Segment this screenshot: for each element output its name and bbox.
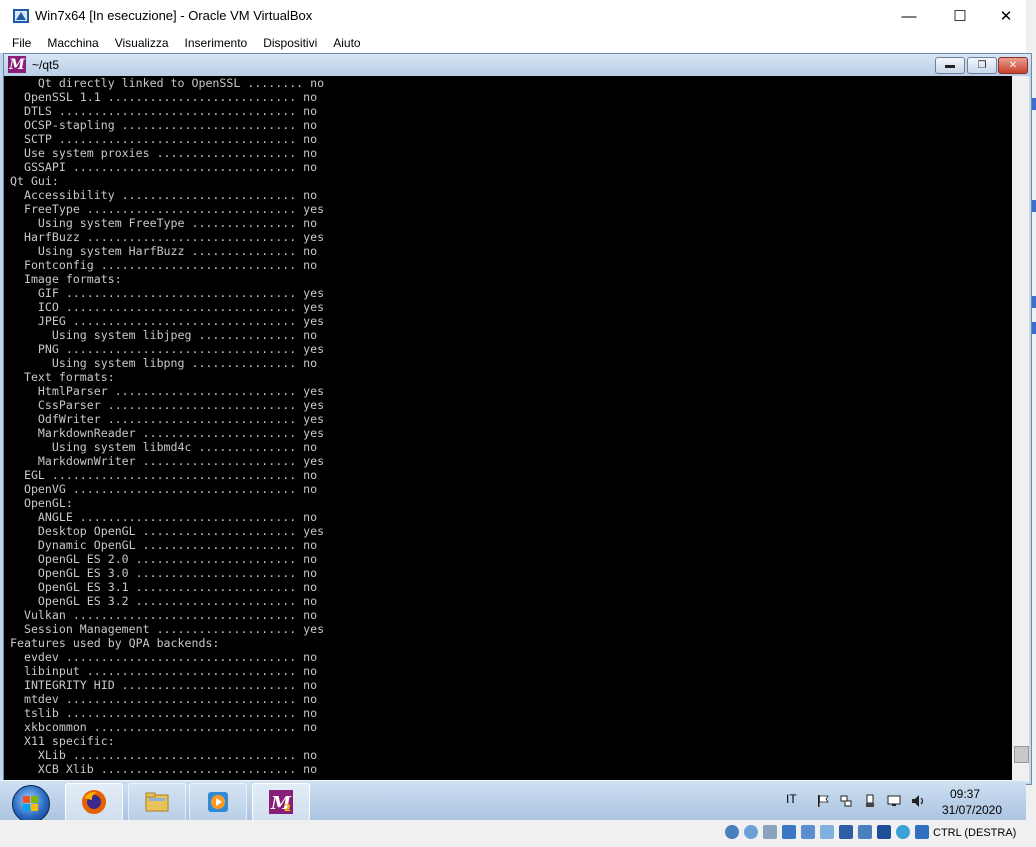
menu-devices[interactable]: Dispositivi: [263, 36, 317, 50]
maximize-icon: ☐: [953, 8, 967, 25]
close-icon: ✕: [1008, 60, 1018, 71]
virtualbox-window: Win7x64 [In esecuzione] - Oracle VM Virt…: [0, 0, 1032, 847]
keyboard-capture-icon[interactable]: [915, 825, 929, 839]
recording-icon[interactable]: [858, 825, 872, 839]
shared-folders-icon[interactable]: [820, 825, 834, 839]
guest-screen[interactable]: M ~/qt5 ▬ ❐ ✕ Qt directly linked to Open…: [0, 53, 1032, 847]
usb-icon[interactable]: [801, 825, 815, 839]
action-center-flag-icon[interactable]: [816, 794, 830, 808]
firefox-icon: [82, 790, 106, 814]
terminal-window: M ~/qt5 ▬ ❐ ✕ Qt directly linked to Open…: [3, 53, 1032, 785]
file-explorer-icon: [145, 792, 169, 812]
volume-icon[interactable]: [911, 794, 925, 808]
clock-date[interactable]: 31/07/2020: [938, 803, 1006, 817]
terminal-output[interactable]: Qt directly linked to OpenSSL ........ n…: [4, 76, 1012, 782]
terminal-close-button[interactable]: ✕: [998, 57, 1028, 74]
window-title: Win7x64 [In esecuzione] - Oracle VM Virt…: [35, 8, 313, 23]
menu-view[interactable]: Visualizza: [115, 36, 169, 50]
terminal-restore-button[interactable]: ❐: [967, 57, 997, 74]
close-button[interactable]: ✕: [983, 0, 1029, 32]
svg-text:2: 2: [284, 803, 291, 814]
optical-drive-icon[interactable]: [744, 825, 758, 839]
usb-device-icon[interactable]: [863, 794, 877, 808]
minimize-button[interactable]: —: [886, 0, 932, 32]
virtualbox-status-bar: CTRL (DESTRA): [0, 820, 1026, 847]
msys-icon: M 2: [269, 790, 293, 814]
menu-machine[interactable]: Macchina: [47, 36, 98, 50]
clock-time[interactable]: 09:37: [938, 787, 992, 801]
taskbar-file-explorer[interactable]: [128, 783, 186, 821]
menu-input[interactable]: Inserimento: [185, 36, 248, 50]
virtualization-icon[interactable]: [877, 825, 891, 839]
hard-disk-icon[interactable]: [725, 825, 739, 839]
maximize-button[interactable]: ☐: [937, 0, 983, 32]
language-indicator[interactable]: IT: [786, 792, 797, 806]
terminal-minimize-button[interactable]: ▬: [935, 57, 965, 74]
restore-icon: ❐: [977, 60, 987, 71]
terminal-title: ~/qt5: [32, 58, 60, 72]
terminal-scrollbar[interactable]: [1012, 76, 1029, 782]
start-button[interactable]: [12, 785, 50, 823]
taskbar-media-player[interactable]: [189, 783, 247, 821]
host-key-label: CTRL (DESTRA): [933, 827, 1017, 839]
terminal-text: Qt directly linked to OpenSSL ........ n…: [10, 76, 325, 776]
network-adapter-icon[interactable]: [782, 825, 796, 839]
display-status-icon[interactable]: [839, 825, 853, 839]
menu-help[interactable]: Aiuto: [333, 36, 360, 50]
windows-logo-icon: [23, 796, 38, 811]
mouse-integration-icon[interactable]: [896, 825, 910, 839]
msys-icon: M: [8, 56, 26, 73]
media-player-icon: [208, 792, 228, 812]
taskbar-msys[interactable]: M 2: [252, 783, 310, 821]
window-titlebar[interactable]: Win7x64 [In esecuzione] - Oracle VM Virt…: [0, 0, 1026, 32]
close-icon: ✕: [999, 8, 1013, 25]
virtualbox-icon: [13, 9, 29, 23]
menu-file[interactable]: File: [12, 36, 31, 50]
minimize-icon: ▬: [945, 60, 955, 71]
scrollbar-thumb[interactable]: [1014, 746, 1029, 763]
audio-icon[interactable]: [763, 825, 777, 839]
taskbar-firefox[interactable]: [65, 783, 123, 821]
terminal-titlebar[interactable]: M ~/qt5 ▬ ❐ ✕: [4, 54, 1031, 76]
network-icon[interactable]: [839, 794, 853, 808]
guest-taskbar: M 2 IT 09:37 31/07/2020: [0, 780, 1026, 823]
menu-bar: File Macchina Visualizza Inserimento Dis…: [0, 33, 1026, 53]
minimize-icon: —: [901, 7, 917, 25]
display-icon[interactable]: [887, 794, 901, 808]
